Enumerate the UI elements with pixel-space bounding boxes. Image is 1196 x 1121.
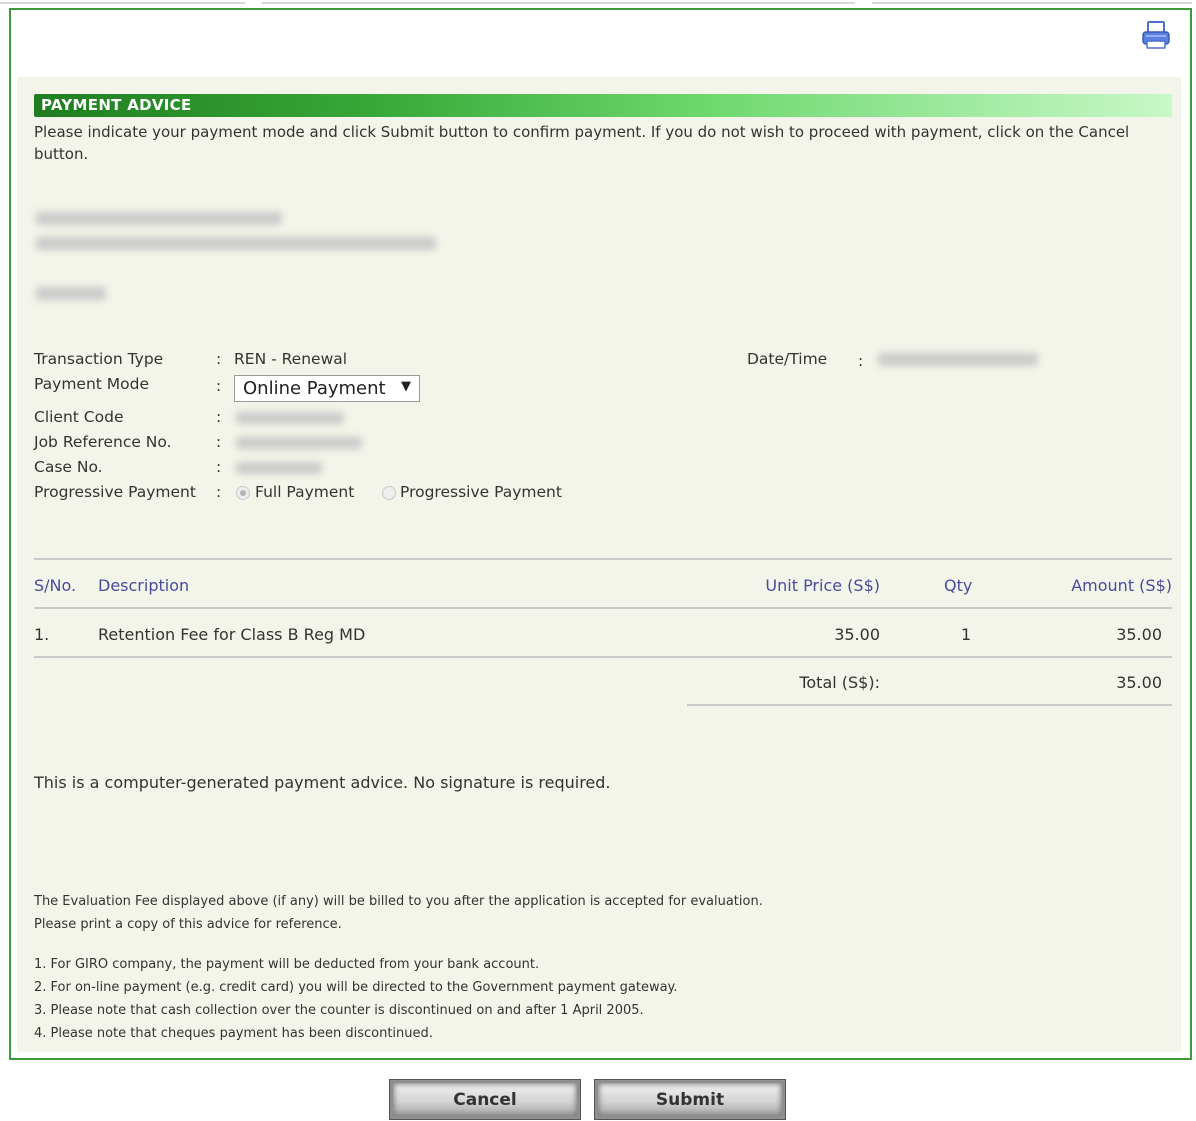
total-value: 35.00 [1116,673,1162,692]
datetime-label: Date/Time [747,350,828,368]
note-item: 4. Please note that cheques payment has … [34,1026,433,1041]
redacted-datetime [878,353,1038,366]
colon: : [216,377,222,395]
payment-advice-title: PAYMENT ADVICE [41,96,192,114]
chevron-down-icon: ▼ [401,379,411,394]
redacted-client-code [236,412,344,424]
col-header-sno: S/No. [34,576,77,595]
full-payment-radio[interactable] [236,486,250,500]
print-copy-note: Please print a copy of this advice for r… [34,917,342,932]
row-sno: 1. [34,625,50,644]
top-edge [0,0,1196,6]
job-reference-label: Job Reference No. [34,433,172,451]
progressive-payment-option-label: Progressive Payment [400,483,562,501]
colon: : [216,458,222,476]
colon: : [216,350,222,368]
redacted-case-no [236,462,322,474]
row-qty: 1 [961,625,972,644]
colon: : [216,483,222,501]
progressive-payment-radio[interactable] [382,486,396,500]
printer-icon[interactable] [1141,20,1171,50]
payment-mode-selected: Online Payment [243,378,386,399]
case-no-label: Case No. [34,458,103,476]
colon: : [216,433,222,451]
cancel-button[interactable]: Cancel [389,1079,581,1120]
client-code-label: Client Code [34,408,124,426]
submit-button[interactable]: Submit [594,1079,786,1120]
row-description: Retention Fee for Class B Reg MD [98,625,366,644]
table-row-divider [34,656,1172,658]
col-header-amount: Amount (S$) [1071,576,1172,595]
redacted-job-reference [236,437,362,449]
total-label: Total (S$): [799,673,880,692]
col-header-description: Description [98,576,190,595]
table-top-divider [34,558,1172,560]
redacted-postal-code [36,287,106,300]
transaction-type-label: Transaction Type [34,350,164,368]
payment-advice-header: PAYMENT ADVICE [34,94,1172,117]
total-divider [687,704,1172,706]
instructions-text: Please indicate your payment mode and cl… [34,123,1130,163]
col-header-qty: Qty [944,576,973,595]
col-header-unit-price: Unit Price (S$) [765,576,880,595]
computer-generated-note: This is a computer-generated payment adv… [34,773,611,792]
transaction-type-value: REN - Renewal [234,350,348,368]
full-payment-label: Full Payment [255,483,355,501]
payment-mode-select[interactable]: Online Payment ▼ [234,375,420,402]
table-header-divider [34,607,1172,609]
redacted-company-name [36,212,282,225]
note-item: 3. Please note that cash collection over… [34,1003,644,1018]
colon: : [858,352,864,370]
payment-mode-label: Payment Mode [34,375,150,393]
row-amount: 35.00 [1116,625,1162,644]
progressive-payment-label: Progressive Payment [34,483,196,501]
note-item: 2. For on-line payment (e.g. credit card… [34,980,678,995]
redacted-address [36,237,436,250]
row-unit-price: 35.00 [834,625,880,644]
evaluation-fee-note: The Evaluation Fee displayed above (if a… [34,894,763,909]
note-item: 1. For GIRO company, the payment will be… [34,957,540,972]
colon: : [216,408,222,426]
